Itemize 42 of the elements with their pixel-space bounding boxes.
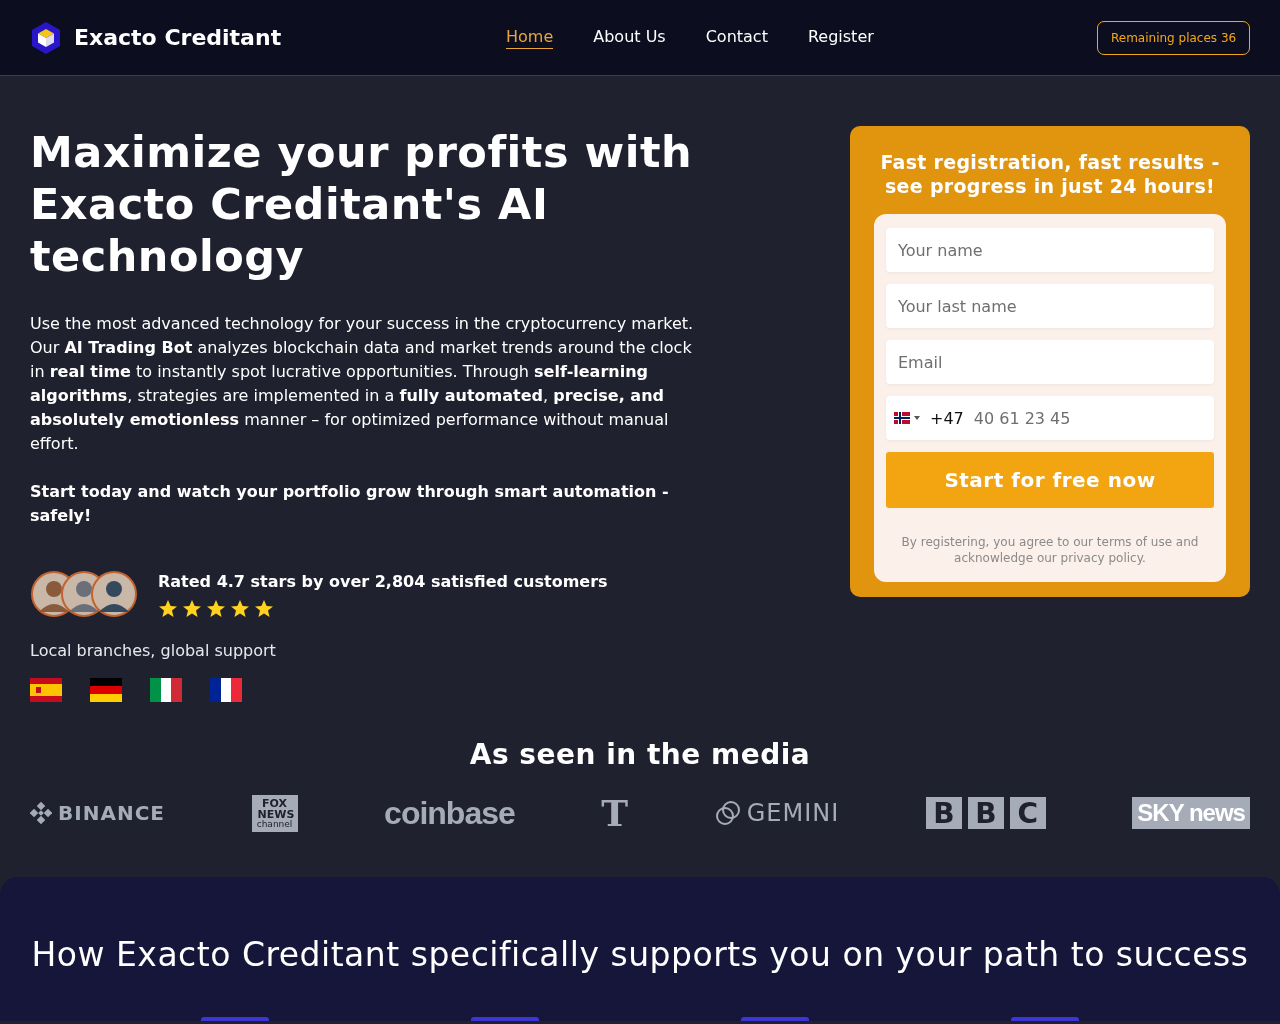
- phone-prefix: +47: [930, 408, 964, 428]
- remaining-places-badge[interactable]: Remaining places 36: [1097, 20, 1251, 55]
- diamond-icon: [30, 802, 52, 824]
- times-logo: T: [601, 792, 629, 834]
- legal-text: By registering, you agree to our terms of use and acknowledge our privacy policy.: [900, 534, 1200, 566]
- nav-link[interactable]: Home: [506, 26, 554, 49]
- fox-news-logo: FOX NEWS channel: [251, 794, 298, 832]
- call-to-action-text: Start today and watch your portfolio grow through smart automation - safely!: [30, 481, 670, 527]
- brand-name: Exacto Creditant: [74, 25, 282, 50]
- input-field[interactable]: Your name: [886, 228, 1214, 272]
- nav-link[interactable]: Contact: [705, 26, 768, 49]
- rating-text: Rated 4.7 stars by over 2,804 satisfied customers: [158, 572, 608, 591]
- cube-logo-icon: [30, 20, 62, 55]
- star-icon: [206, 599, 226, 619]
- input-field[interactable]: Your last name: [886, 284, 1214, 328]
- interlocked-circles-icon: [714, 800, 741, 826]
- hero-title: Maximize your profits with Exacto Creditant's AI technology: [30, 126, 694, 282]
- bbc-logo: B B C: [925, 797, 1046, 829]
- hero-paragraph: Use the most advanced technology for your success in the cryptocurrency market. Our AI Trading Bot analyzes blockchain data and market trends around the clock in real time to instantly spot lucrative opportunities. Through self-learning algorithms, strategies are implemented in a fully automated, precise, and absolutely emotionless manner – for optimized performance without manual effort.: [30, 313, 695, 455]
- flag-icon: [894, 412, 910, 424]
- flag-icon: [210, 678, 242, 702]
- nav-link[interactable]: About Us: [593, 26, 666, 49]
- features-title: How Exacto Creditant specifically supports you on your path to success: [30, 934, 1250, 976]
- star-icon: [182, 599, 202, 619]
- coinbase-logo: coinbase: [384, 794, 515, 832]
- star-icon: [230, 599, 250, 619]
- nav-link[interactable]: Register: [807, 26, 874, 49]
- gemini-logo: GEMINI: [746, 799, 840, 827]
- phone-input[interactable]: 40 61 23 45: [973, 408, 1206, 428]
- star-icon: [254, 599, 274, 619]
- phone-field[interactable]: +47 40 61 23 45: [886, 396, 1214, 440]
- branches-label: Local branches, global support: [30, 641, 277, 660]
- input-field[interactable]: Email: [886, 340, 1214, 384]
- flag-icon: [150, 678, 182, 702]
- star-icon: [158, 599, 178, 619]
- binance-logo: BINANCE: [58, 801, 165, 825]
- flag-icon: [90, 678, 122, 702]
- caret-icon: [914, 416, 920, 420]
- media-title: As seen in the media: [468, 738, 812, 771]
- form-title: Fast registration, fast results - see progress in just 24 hours!: [879, 150, 1221, 198]
- flag-icon: [30, 678, 62, 702]
- sky-news-logo: SKY news: [1132, 797, 1250, 829]
